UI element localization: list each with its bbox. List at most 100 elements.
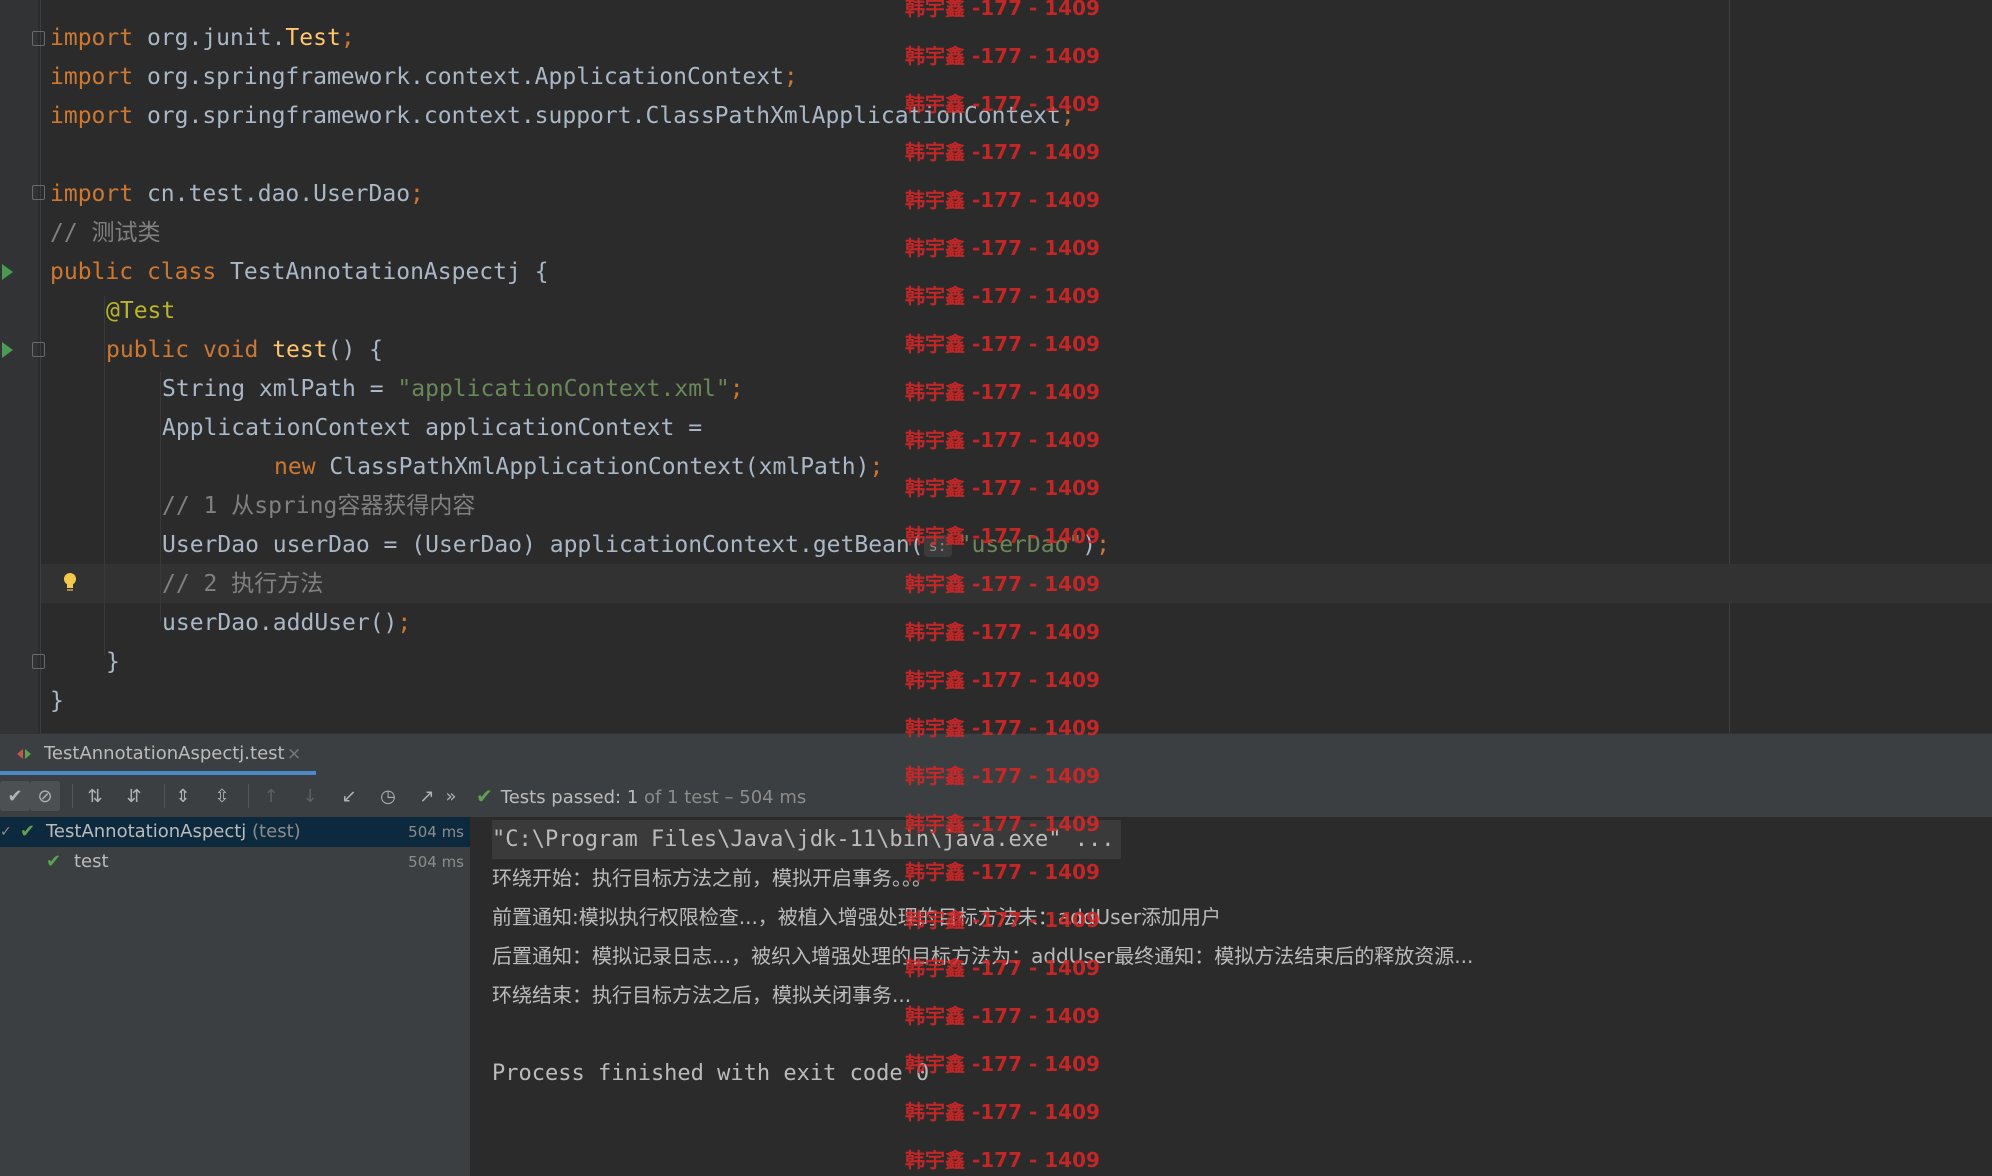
code-line: new ClassPathXmlApplicationContext(xmlPa…: [274, 448, 883, 487]
code-comment: // 1 从spring容器获得内容: [162, 493, 476, 519]
code-text: TestAnnotationAspectj {: [216, 259, 549, 285]
tree-row-label: TestAnnotationAspectj (test): [46, 817, 301, 847]
gutter-separator: [40, 0, 41, 733]
console-line: 环绕开始：执行目标方法之前，模拟开启事务。。。: [492, 866, 932, 890]
fold-marker-icon[interactable]: [32, 654, 45, 669]
caret-row-highlight: [41, 564, 1992, 603]
indent-guide: [160, 372, 161, 622]
test-name: TestAnnotationAspectj: [46, 821, 247, 842]
code-line: public class TestAnnotationAspectj {: [50, 253, 549, 292]
code-text: UserDao userDao = (UserDao) applicationC…: [162, 532, 924, 558]
console-line: 后置通知：模拟记录日志...，被织入增强处理的目标方法为：addUser最终通知…: [492, 944, 1474, 968]
sort-alphabetically-icon[interactable]: ⇅: [80, 781, 110, 811]
code-text: ClassPathXmlApplicationContext(xmlPath): [315, 454, 870, 480]
code-line: import cn.test.dao.UserDao;: [50, 175, 424, 214]
code-comment: // 2 执行方法: [162, 571, 324, 597]
fold-marker-icon[interactable]: [32, 31, 45, 46]
keyword: import: [50, 64, 134, 90]
tree-row-class[interactable]: ✓ ✔ TestAnnotationAspectj (test) 504 ms: [0, 817, 470, 847]
annotation: @Test: [106, 298, 176, 324]
semicolon: ;: [783, 64, 798, 90]
semicolon: ;: [869, 454, 884, 480]
passed-check-icon: ✔: [476, 784, 493, 808]
fold-marker-icon[interactable]: [32, 342, 45, 357]
keyword: void: [202, 337, 259, 363]
code-line: userDao.addUser();: [162, 604, 411, 643]
export-results-icon[interactable]: ↗: [412, 781, 442, 811]
toolbar-separator: [248, 784, 249, 808]
editor-gutter: [0, 0, 38, 733]
right-margin-guide: [1729, 0, 1730, 733]
code-line: import org.junit.Test;: [50, 19, 355, 58]
class-ref: Test: [285, 25, 341, 51]
run-tab[interactable]: TestAnnotationAspectj.test: [10, 733, 285, 775]
console-exit-line: Process finished with exit code 0: [492, 1061, 930, 1086]
keyword: public: [106, 337, 190, 363]
string-literal: "userDao": [957, 532, 1083, 558]
code-text: String xmlPath =: [162, 376, 398, 402]
code-text: () {: [327, 337, 383, 363]
intention-bulb-icon[interactable]: [62, 572, 78, 592]
run-class-icon[interactable]: [2, 264, 13, 280]
passed-check-icon: ✔: [46, 851, 62, 872]
show-ignored-icon[interactable]: ⊘: [30, 781, 60, 811]
semicolon: ;: [729, 376, 744, 402]
test-duration: 504 ms: [408, 823, 464, 841]
indent-guide: [104, 296, 105, 656]
console-command-line: "C:\Program Files\Java\jdk-11\bin\java.e…: [492, 820, 1121, 859]
code-line: }: [106, 649, 120, 675]
more-actions-icon[interactable]: »: [441, 781, 461, 811]
code-text: org.springframework.context.support.Clas…: [133, 103, 1061, 129]
status-suffix: of 1 test – 504 ms: [638, 787, 807, 808]
console-line: 前置通知:模拟执行权限检查...，被植入增强处理的目标方法未：addUser添加…: [492, 905, 1222, 929]
console-line: 环绕结束：执行目标方法之后，模拟关闭事务...: [492, 983, 912, 1007]
code-line: import org.springframework.context.suppo…: [50, 97, 1075, 136]
test-duration: 504 ms: [408, 853, 464, 871]
import-tests-icon[interactable]: ↙: [334, 781, 364, 811]
test-kind: (test): [246, 821, 301, 842]
semicolon: ;: [1096, 532, 1111, 558]
collapse-all-icon[interactable]: ⇳: [207, 781, 237, 811]
keyword: import: [50, 181, 134, 207]
keyword: import: [50, 25, 134, 51]
expand-all-icon[interactable]: ⇕: [168, 781, 198, 811]
run-test-icon[interactable]: [2, 342, 13, 358]
code-text: cn.test.dao.UserDao: [133, 181, 411, 207]
show-passed-icon[interactable]: ✔: [0, 781, 30, 811]
test-status: ✔ Tests passed: 1 of 1 test – 504 ms: [476, 775, 806, 817]
code-line: ApplicationContext applicationContext =: [162, 415, 703, 441]
code-text: org.springframework.context.ApplicationC…: [133, 64, 784, 90]
code-comment: // 测试类: [50, 220, 161, 246]
previous-failed-icon[interactable]: ↑: [256, 781, 286, 811]
code-line: String xmlPath = "applicationContext.xml…: [162, 370, 744, 409]
keyword: public: [50, 259, 134, 285]
code-editor[interactable]: import org.junit.Test; import org.spring…: [0, 0, 1992, 733]
toolbar-separator: [72, 784, 73, 808]
close-icon[interactable]: ×: [287, 744, 301, 764]
fold-marker-icon[interactable]: [32, 185, 45, 200]
keyword: class: [146, 259, 217, 285]
test-history-icon[interactable]: ◷: [373, 781, 403, 811]
keyword: new: [274, 454, 316, 480]
passed-check-icon: ✔: [20, 821, 36, 842]
sort-by-duration-icon[interactable]: ⇵: [119, 781, 149, 811]
status-prefix: Tests passed:: [500, 787, 627, 808]
keyword: import: [50, 103, 134, 129]
run-tab-label: TestAnnotationAspectj.test: [44, 743, 285, 764]
semicolon: ;: [397, 610, 412, 636]
semicolon: ;: [410, 181, 424, 207]
next-failed-icon[interactable]: ↓: [295, 781, 325, 811]
string-literal: "applicationContext.xml": [397, 376, 730, 402]
code-text: org.junit.: [133, 25, 286, 51]
status-count: 1: [626, 787, 639, 808]
code-text: ): [1082, 532, 1097, 558]
tree-row-method[interactable]: ✔ test 504 ms: [0, 847, 470, 877]
test-results-tree: ✓ ✔ TestAnnotationAspectj (test) 504 ms …: [0, 817, 471, 1176]
toolbar-separator: [164, 784, 165, 808]
expand-arrow-icon[interactable]: ✓: [0, 817, 12, 847]
code-line: }: [50, 688, 64, 714]
code-line: public void test() {: [106, 331, 383, 370]
semicolon: ;: [1060, 103, 1075, 129]
parameter-hint: s:: [923, 534, 952, 557]
code-line: UserDao userDao = (UserDao) applicationC…: [162, 526, 1110, 565]
